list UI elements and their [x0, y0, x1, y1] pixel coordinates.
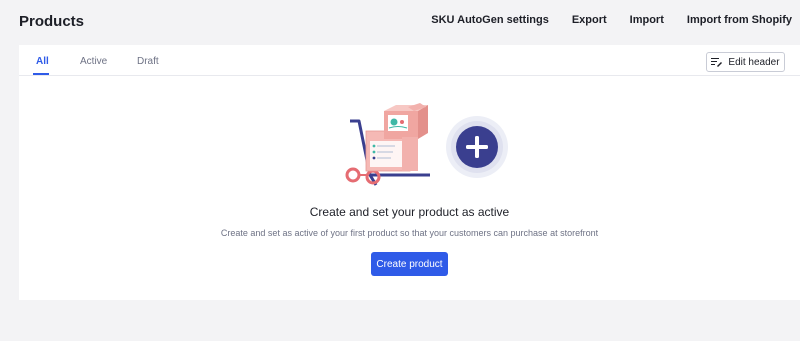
empty-products-illustration — [345, 103, 508, 186]
create-product-button[interactable]: Create product — [371, 252, 448, 276]
edit-header-button[interactable]: Edit header — [706, 52, 785, 72]
tab-active[interactable]: Active — [80, 56, 107, 67]
active-tab-indicator — [33, 73, 49, 75]
top-bar: Products SKU AutoGen settings Export Imp… — [0, 0, 800, 44]
sku-autogen-settings-button[interactable]: SKU AutoGen settings — [431, 14, 549, 26]
export-button[interactable]: Export — [572, 14, 607, 26]
add-plus-icon — [446, 116, 508, 178]
tab-all[interactable]: All — [36, 56, 49, 67]
edit-header-label: Edit header — [728, 56, 780, 68]
products-card: All Active Draft Edit header Create and … — [19, 45, 800, 300]
empty-state-description: Create and set as active of your first p… — [220, 228, 599, 238]
boxes-icon — [365, 103, 428, 172]
page-title: Products — [19, 13, 85, 30]
edit-columns-icon — [711, 58, 723, 67]
tab-bar: All Active Draft Edit header — [19, 45, 800, 76]
header-actions: SKU AutoGen settings Export Import Impor… — [431, 14, 792, 26]
empty-state-title: Create and set your product as active — [309, 205, 510, 219]
import-from-shopify-button[interactable]: Import from Shopify — [687, 14, 792, 26]
import-button[interactable]: Import — [630, 14, 664, 26]
tab-draft[interactable]: Draft — [137, 56, 159, 67]
